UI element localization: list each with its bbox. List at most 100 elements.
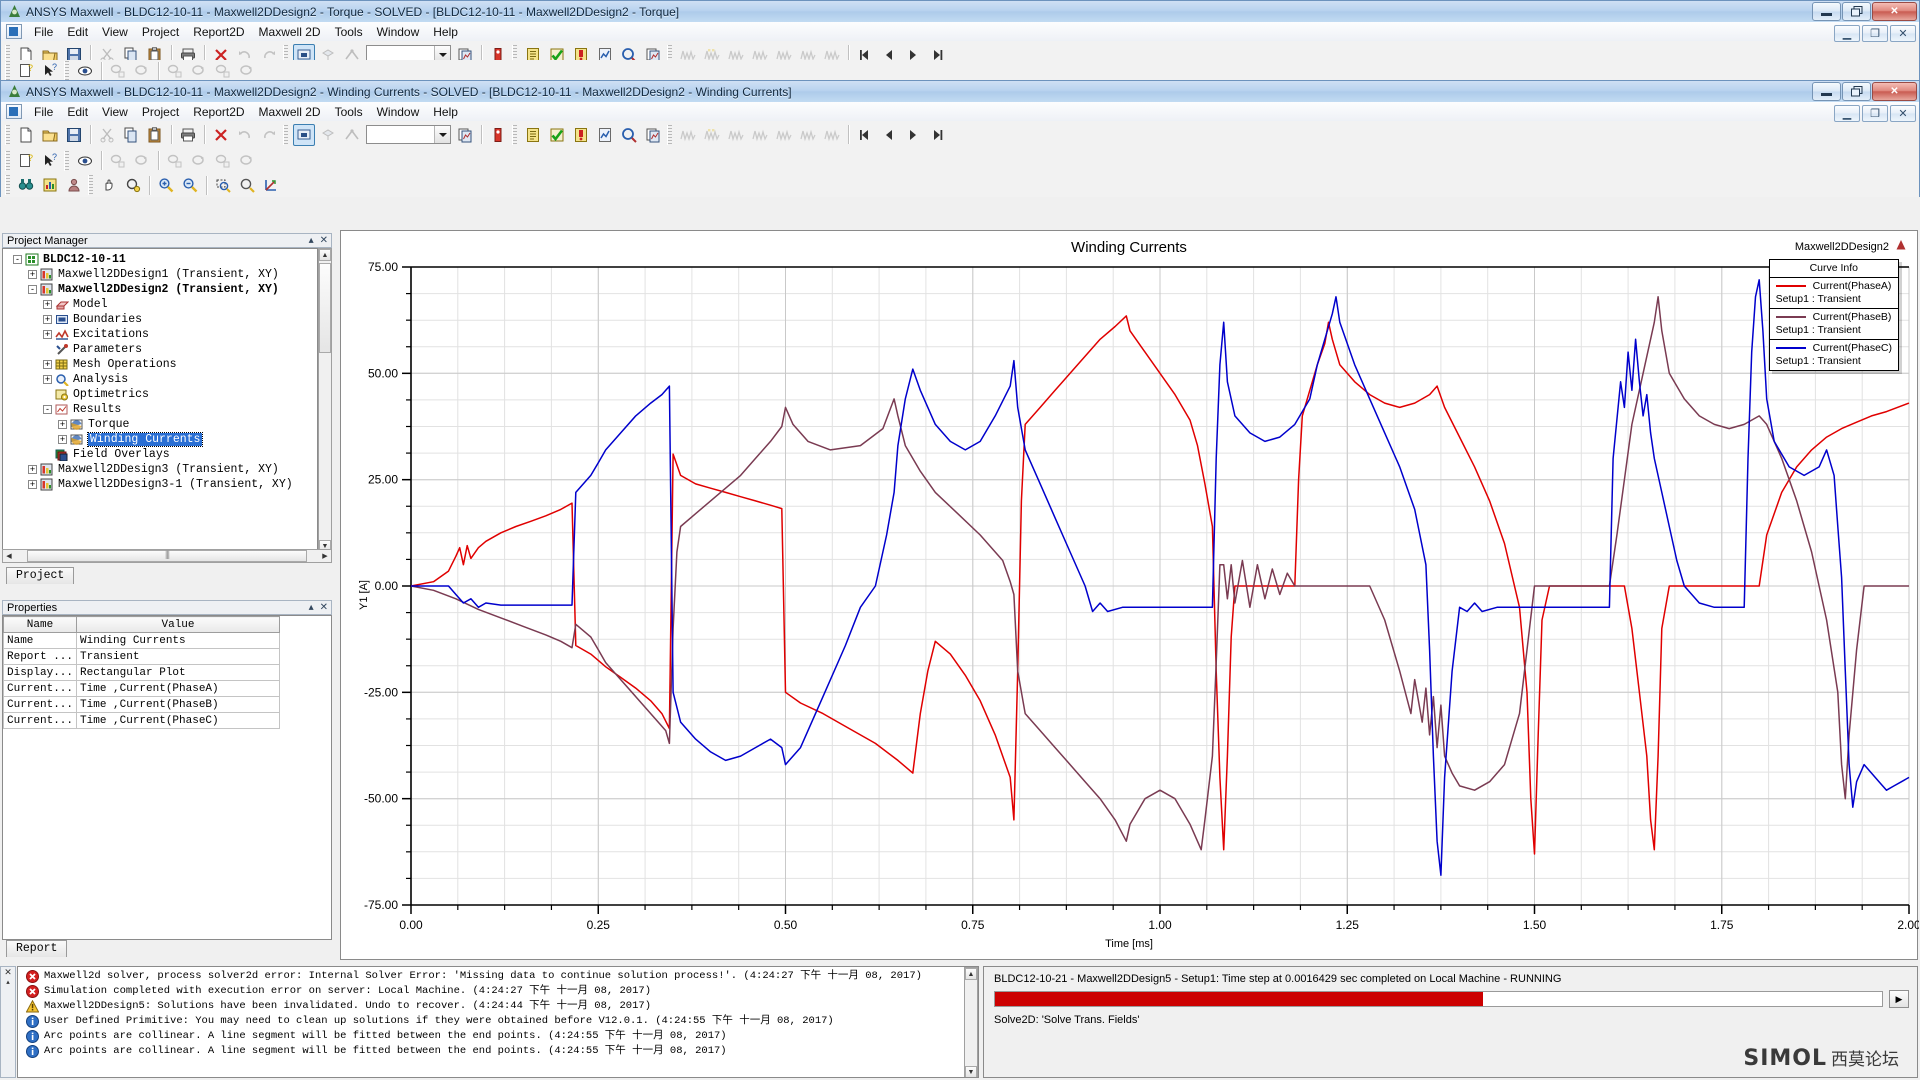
menu-maxwell2d[interactable]: Maxwell 2D — [252, 23, 328, 41]
tree-node-4[interactable]: + Boundaries — [7, 312, 317, 327]
redo-icon[interactable] — [258, 124, 280, 146]
panel-collapse-icon[interactable]: ▴ — [309, 235, 314, 246]
inner-mdi-close[interactable]: ✕ — [1890, 105, 1916, 122]
inner-mdi-restore[interactable]: ❐ — [1862, 105, 1888, 122]
select-object-icon[interactable] — [293, 123, 315, 146]
tree-expander[interactable]: + — [43, 360, 52, 369]
tree-expander[interactable]: + — [43, 300, 52, 309]
menu-view[interactable]: View — [95, 23, 135, 41]
project-tree-vscrollbar[interactable]: ▲ ▼ — [318, 248, 332, 553]
hscroll-thumb[interactable] — [27, 550, 307, 562]
validation-check-icon[interactable] — [546, 124, 568, 146]
menu-edit[interactable]: Edit — [60, 23, 95, 41]
save-icon[interactable] — [63, 124, 85, 146]
tree-expander[interactable]: + — [28, 480, 37, 489]
inner-menu-view[interactable]: View — [95, 103, 135, 121]
tree-node-3[interactable]: + Model — [7, 297, 317, 312]
inner-menu-window[interactable]: Window — [370, 103, 427, 121]
solution-data-icon[interactable] — [642, 124, 664, 146]
properties-row[interactable]: Current... Time ,Current(PhaseB) — [3, 696, 280, 713]
toolbar-grip[interactable] — [512, 124, 517, 145]
outer-window-titlebar[interactable]: ANSYS Maxwell - BLDC12-10-11 - Maxwell2D… — [0, 0, 1920, 22]
tree-node-15[interactable]: + Maxwell2DDesign3-1 (Transient, XY) — [7, 477, 317, 492]
delete-x-icon[interactable] — [210, 124, 232, 146]
inner-main-toolbar[interactable] — [0, 121, 1920, 148]
tree-expander[interactable]: - — [43, 405, 52, 414]
tree-node-0[interactable]: - BLDC12-10-11 — [7, 252, 317, 267]
report-plot-window[interactable]: Winding Currents Maxwell2DDesign2 75.00 5… — [340, 230, 1919, 960]
tree-expander[interactable]: + — [43, 375, 52, 384]
tree-node-1[interactable]: + Maxwell2DDesign1 (Transient, XY) — [7, 267, 317, 282]
properties-collapse-icon[interactable]: ▴ — [309, 602, 314, 613]
dynamic-rotate-icon[interactable] — [122, 174, 144, 196]
rotate-view-2-icon[interactable] — [131, 60, 153, 82]
toolbar-grip[interactable] — [283, 124, 288, 145]
context-help-icon[interactable]: ? — [15, 150, 37, 172]
person-view-icon[interactable] — [63, 174, 85, 196]
toolbar-grip[interactable] — [5, 175, 10, 195]
properties-row[interactable]: Current... Time ,Current(PhaseC) — [3, 712, 280, 729]
waveform-4-icon[interactable] — [749, 124, 771, 146]
fit-all-icon[interactable] — [236, 174, 258, 196]
waveform-5-icon[interactable] — [773, 124, 795, 146]
outer-help-toolbar[interactable]: ?? — [0, 60, 1920, 82]
rotate-view-1-icon[interactable] — [107, 150, 129, 172]
message-dock-strip[interactable]: ✕ ▴ — [0, 966, 16, 1078]
project-tree[interactable]: - BLDC12-10-11 + Maxwell2DDesign1 (Trans… — [2, 248, 318, 553]
toolbar-grip[interactable] — [5, 61, 10, 81]
waveform-2-icon[interactable] — [701, 124, 723, 146]
inner-menu-maxwell2d[interactable]: Maxwell 2D — [252, 103, 328, 121]
menu-file[interactable]: File — [27, 23, 60, 41]
inner-close-button[interactable]: ✕ — [1872, 82, 1917, 101]
analyze-list-icon[interactable] — [522, 124, 544, 146]
tree-node-6[interactable]: Parameters — [7, 342, 317, 357]
properties-close-icon[interactable]: ✕ — [320, 602, 328, 613]
waveform-3-icon[interactable] — [725, 124, 747, 146]
inner-window-titlebar[interactable]: ANSYS Maxwell - BLDC12-10-11 - Maxwell2D… — [0, 80, 1920, 102]
outer-mdi-child-controls[interactable]: ▁ ❐ ✕ — [1834, 25, 1916, 42]
rotate-view-2-icon[interactable] — [131, 150, 153, 172]
outer-menubar[interactable]: File Edit View Project Report2D Maxwell … — [0, 22, 1920, 41]
whats-this-icon[interactable]: ? — [39, 60, 61, 82]
message-row[interactable]: Arc points are collinear. A line segment… — [22, 1044, 978, 1059]
set-default-icon[interactable] — [454, 124, 476, 146]
tree-expander[interactable]: - — [28, 285, 37, 294]
tree-expander[interactable]: + — [28, 270, 37, 279]
paste-icon[interactable] — [144, 124, 166, 146]
rotate-view-5-icon[interactable] — [212, 150, 234, 172]
chevron-down-icon[interactable] — [434, 126, 450, 143]
prev-frame-icon[interactable] — [878, 124, 900, 146]
project-manager-header-controls[interactable]: ▴ ✕ — [309, 235, 328, 246]
inner-menu-edit[interactable]: Edit — [60, 103, 95, 121]
message-row[interactable]: Simulation completed with execution erro… — [22, 984, 978, 999]
toolbar-grip[interactable] — [64, 61, 69, 81]
toolbar-grip[interactable] — [667, 124, 672, 145]
fit-selection-icon[interactable] — [212, 174, 234, 196]
tree-expander[interactable]: + — [28, 465, 37, 474]
tree-node-11[interactable]: + Torque — [7, 417, 317, 432]
tree-expander[interactable]: - — [13, 255, 22, 264]
inner-restore-button[interactable] — [1842, 82, 1871, 101]
properties-row[interactable]: Current... Time ,Current(PhaseA) — [3, 680, 280, 697]
next-frame-icon[interactable] — [902, 124, 924, 146]
outer-close-button[interactable]: ✕ — [1872, 2, 1917, 21]
rotate-view-4-icon[interactable] — [188, 60, 210, 82]
outer-window-controls[interactable]: ✕ — [1812, 2, 1917, 21]
property-value[interactable]: Time ,Current(PhaseC) — [76, 712, 280, 729]
toolbar-grip[interactable] — [5, 150, 10, 171]
tree-node-2[interactable]: - Maxwell2DDesign2 (Transient, XY) — [7, 282, 317, 297]
measure-probe-icon[interactable] — [487, 124, 509, 146]
menu-help[interactable]: Help — [426, 23, 465, 41]
scroll-up-arrow-icon[interactable]: ▲ — [319, 249, 331, 261]
rotate-view-1-icon[interactable] — [107, 60, 129, 82]
message-row[interactable]: User Defined Primitive: You may need to … — [22, 1014, 978, 1029]
message-row[interactable]: Maxwell2d solver, process solver2d error… — [22, 969, 978, 984]
open-folder-icon[interactable] — [39, 124, 61, 146]
chart-properties-icon[interactable] — [39, 174, 61, 196]
tree-node-10[interactable]: - Results — [7, 402, 317, 417]
cut-scissors-icon[interactable] — [96, 124, 118, 146]
analyze-all-icon[interactable] — [570, 124, 592, 146]
context-help-icon[interactable]: ? — [15, 60, 37, 82]
tree-node-9[interactable]: Optimetrics — [7, 387, 317, 402]
properties-row[interactable]: Display... Rectangular Plot — [3, 664, 280, 681]
